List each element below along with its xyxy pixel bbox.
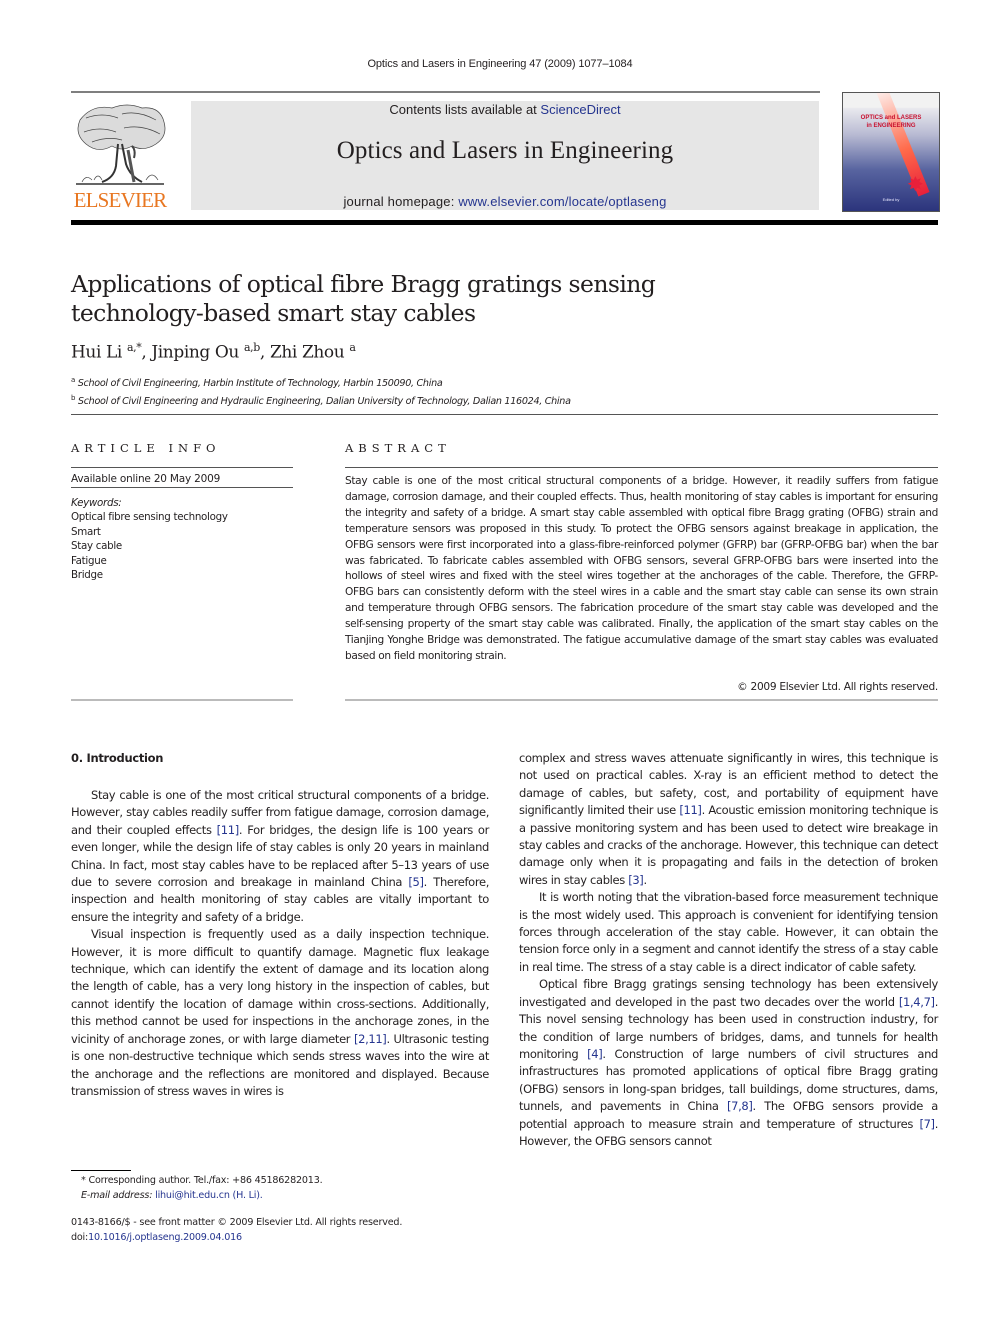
doi-link[interactable]: 10.1016/j.optlaseng.2009.04.016: [88, 1232, 242, 1243]
body-text: Optical fibre Bragg gratings sensing tec…: [519, 977, 938, 1009]
sciencedirect-link[interactable]: ScienceDirect: [540, 102, 620, 117]
citation-link[interactable]: [5]: [408, 875, 424, 889]
tree-icon: [76, 104, 166, 185]
body-column-right: complex and stress waves attenuate signi…: [519, 750, 938, 1150]
journal-title: Optics and Lasers in Engineering: [336, 137, 674, 164]
abstract-text: Stay cable is one of the most critical s…: [345, 475, 938, 662]
starburst-icon: ✸: [907, 172, 924, 196]
body-paragraph: Optical fibre Bragg gratings sensing tec…: [519, 976, 938, 1150]
citation-link[interactable]: [4]: [587, 1047, 603, 1061]
body-paragraph: complex and stress waves attenuate signi…: [519, 750, 938, 889]
keywords-block: Keywords: Optical fibre sensing technolo…: [71, 496, 228, 582]
affiliation: a School of Civil Engineering, Harbin In…: [71, 373, 571, 391]
citation-link[interactable]: [7,8]: [727, 1099, 753, 1113]
body-column-left: Stay cable is one of the most critical s…: [71, 787, 489, 1100]
cover-title-line1: OPTICS and LASERS: [860, 115, 922, 121]
keyword: Bridge: [71, 569, 103, 582]
journal-homepage-link[interactable]: www.elsevier.com/locate/optlaseng: [458, 194, 666, 209]
divider: [345, 699, 938, 701]
homepage-prefix: journal homepage:: [343, 194, 459, 209]
author-name[interactable]: Jinping Ou: [151, 343, 239, 363]
running-header: Optics and Lasers in Engineering 47 (200…: [367, 58, 633, 70]
article-info-heading: ARTICLE INFO: [71, 441, 221, 455]
author-affil-mark[interactable]: a: [349, 341, 356, 354]
section-heading: 0. Introduction: [71, 751, 164, 765]
publisher-wordmark: ELSEVIER: [73, 188, 168, 212]
affiliation-mark: a: [71, 376, 75, 384]
available-online-date: Available online 20 May 2009: [71, 473, 221, 485]
front-matter: 0143-8166/$ - see front matter © 2009 El…: [71, 1216, 402, 1245]
doi-line: doi:10.1016/j.optlaseng.2009.04.016: [71, 1231, 402, 1246]
citation-link[interactable]: [2,11]: [354, 1032, 387, 1046]
citation-link[interactable]: [11]: [679, 803, 702, 817]
cover-title-line2: in ENGINEERING: [866, 123, 916, 129]
elsevier-logo[interactable]: ELSEVIER: [69, 98, 171, 212]
affiliations: a School of Civil Engineering, Harbin In…: [71, 373, 571, 409]
author-name[interactable]: Hui Li: [71, 343, 122, 363]
author-affil-mark[interactable]: a,*: [127, 341, 142, 354]
citation-link[interactable]: [11]: [217, 823, 240, 837]
divider: [71, 699, 293, 701]
footnotes: * Corresponding author. Tel./fax: +86 45…: [71, 1174, 323, 1204]
divider: [71, 414, 938, 415]
cover-title: OPTICS and LASERS in ENGINEERING: [843, 114, 939, 130]
contents-line: Contents lists available at ScienceDirec…: [191, 102, 819, 117]
divider: [71, 467, 293, 468]
contents-prefix: Contents lists available at: [389, 102, 541, 117]
corresponding-author-note: * Corresponding author. Tel./fax: +86 45…: [81, 1175, 323, 1186]
footnote-divider: [71, 1170, 131, 1171]
body-text: .: [643, 872, 647, 887]
article-title: Applications of optical fibre Bragg grat…: [71, 270, 656, 327]
abstract-heading: ABSTRACT: [345, 441, 451, 455]
author-list: Hui Li a,*, Jinping Ou a,b, Zhi Zhou a: [71, 341, 356, 363]
cover-editor: Edited by: [882, 197, 900, 202]
journal-cover-thumbnail[interactable]: OPTICS and LASERS in ENGINEERING ✸ Edited…: [842, 92, 940, 212]
keyword: Optical fibre sensing technology: [71, 511, 228, 524]
author-affil-mark[interactable]: a,b: [244, 341, 260, 354]
body-text: It is worth noting that the vibration-ba…: [519, 890, 938, 974]
email-label: E-mail address:: [81, 1189, 153, 1201]
keyword: Stay cable: [71, 540, 122, 553]
body-paragraph: Visual inspection is frequently used as …: [71, 926, 489, 1100]
divider: [71, 487, 293, 488]
header-thick-rule: [71, 220, 938, 225]
journal-masthead: Contents lists available at ScienceDirec…: [191, 101, 819, 210]
citation-link[interactable]: [7]: [919, 1117, 935, 1131]
affiliation-mark: b: [71, 394, 76, 403]
divider: [345, 467, 938, 468]
issn-line: 0143-8166/$ - see front matter © 2009 El…: [71, 1217, 403, 1228]
abstract-copyright: © 2009 Elsevier Ltd. All rights reserved…: [737, 681, 938, 693]
author-name[interactable]: Zhi Zhou: [270, 343, 345, 363]
affiliation-text: School of Civil Engineering, Harbin Inst…: [77, 378, 443, 390]
affiliation-text: School of Civil Engineering and Hydrauli…: [77, 396, 571, 408]
keywords-label: Keywords:: [71, 497, 122, 509]
email-note: E-mail address: lihui@hit.edu.cn (H. Li)…: [71, 1189, 322, 1204]
keyword: Fatigue: [71, 554, 107, 567]
affiliation: b School of Civil Engineering and Hydrau…: [71, 391, 571, 409]
body-paragraph: Stay cable is one of the most critical s…: [71, 787, 489, 926]
citation-link[interactable]: [3]: [628, 873, 644, 887]
header-divider: [71, 91, 820, 93]
citation-link[interactable]: [1,4,7]: [899, 995, 935, 1009]
body-paragraph: It is worth noting that the vibration-ba…: [519, 889, 938, 976]
homepage-line: journal homepage: www.elsevier.com/locat…: [191, 194, 819, 209]
email-link[interactable]: lihui@hit.edu.cn (H. Li).: [155, 1190, 263, 1201]
keyword: Smart: [71, 525, 101, 538]
doi-prefix: doi:: [71, 1231, 89, 1243]
body-text: Visual inspection is frequently used as …: [71, 927, 489, 1046]
